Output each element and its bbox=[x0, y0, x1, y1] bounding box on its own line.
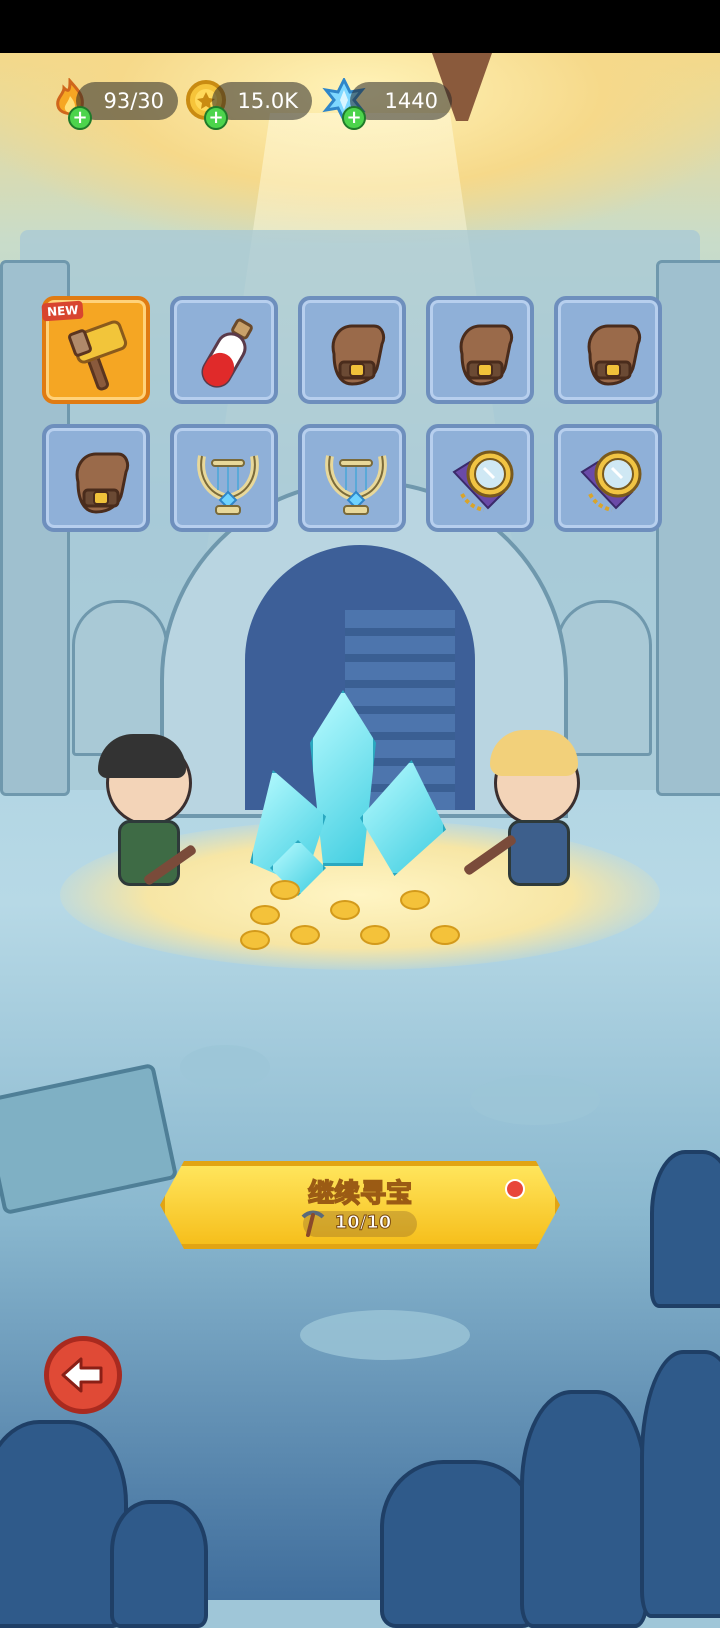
continue-treasure-label: 继续寻宝 bbox=[307, 1178, 413, 1210]
pickaxe-count: 10/10 bbox=[334, 1212, 392, 1234]
loot-slot-potion[interactable] bbox=[170, 296, 278, 404]
status-bar bbox=[0, 0, 720, 53]
loot-slot-glove[interactable] bbox=[298, 296, 406, 404]
back-arrow-icon bbox=[61, 1357, 103, 1393]
potion-icon bbox=[201, 318, 253, 388]
loot-slot-hammer[interactable]: NEW bbox=[41, 296, 150, 404]
gold-coin bbox=[360, 925, 390, 945]
energy-counter[interactable]: 93/30 + bbox=[48, 78, 178, 130]
miner-hero-left bbox=[98, 734, 210, 910]
foreground-rock bbox=[110, 1500, 208, 1628]
side-rock bbox=[650, 1150, 720, 1308]
foreground-rock bbox=[380, 1460, 538, 1628]
left-alcove bbox=[72, 600, 168, 756]
gold-coin bbox=[250, 905, 280, 925]
right-pillar bbox=[656, 260, 720, 796]
loot-slot-lyre[interactable] bbox=[170, 424, 278, 532]
gold-coin bbox=[330, 900, 360, 920]
lyre-icon bbox=[325, 455, 387, 515]
loot-slot-glove[interactable] bbox=[554, 296, 662, 404]
hammer-icon bbox=[68, 320, 128, 391]
gold-coin bbox=[240, 930, 270, 950]
glove-icon bbox=[331, 324, 386, 386]
back-button[interactable] bbox=[44, 1336, 122, 1414]
floor-stone bbox=[300, 1310, 470, 1360]
loot-slot-glove[interactable] bbox=[42, 424, 150, 532]
pickaxe-icon bbox=[301, 1210, 325, 1237]
gem-counter[interactable]: 1440 + bbox=[322, 78, 452, 130]
right-alcove bbox=[556, 600, 652, 756]
add-coins-icon[interactable]: + bbox=[204, 106, 228, 130]
foreground-rock bbox=[640, 1350, 720, 1618]
crystal-cluster bbox=[230, 690, 460, 900]
glove-icon bbox=[75, 452, 130, 514]
add-gems-icon[interactable]: + bbox=[342, 106, 366, 130]
floor-stone bbox=[470, 1075, 600, 1125]
lyre-icon bbox=[197, 455, 259, 515]
gold-coin bbox=[400, 890, 430, 910]
loot-slot-lyre[interactable] bbox=[298, 424, 406, 532]
glove-icon bbox=[459, 324, 514, 386]
foreground-rock bbox=[0, 1420, 128, 1628]
loot-slot-mirror[interactable] bbox=[554, 424, 662, 532]
gold-coin bbox=[270, 880, 300, 900]
notification-dot bbox=[505, 1179, 525, 1199]
gold-coin bbox=[430, 925, 460, 945]
loot-slot-glove[interactable] bbox=[426, 296, 534, 404]
miner-hero-right bbox=[462, 730, 600, 910]
new-badge: NEW bbox=[41, 300, 85, 322]
coin-counter[interactable]: 15.0K + bbox=[184, 80, 312, 130]
gold-coin bbox=[290, 925, 320, 945]
mirror-icon bbox=[452, 450, 514, 512]
add-energy-icon[interactable]: + bbox=[68, 106, 92, 130]
continue-treasure-button[interactable]: 继续寻宝 10/10 bbox=[160, 1161, 560, 1249]
loot-slot-mirror[interactable] bbox=[426, 424, 534, 532]
glove-icon bbox=[587, 324, 642, 386]
foreground-rock bbox=[520, 1390, 648, 1628]
floor-stone bbox=[180, 1045, 270, 1089]
mirror-icon bbox=[580, 450, 642, 512]
